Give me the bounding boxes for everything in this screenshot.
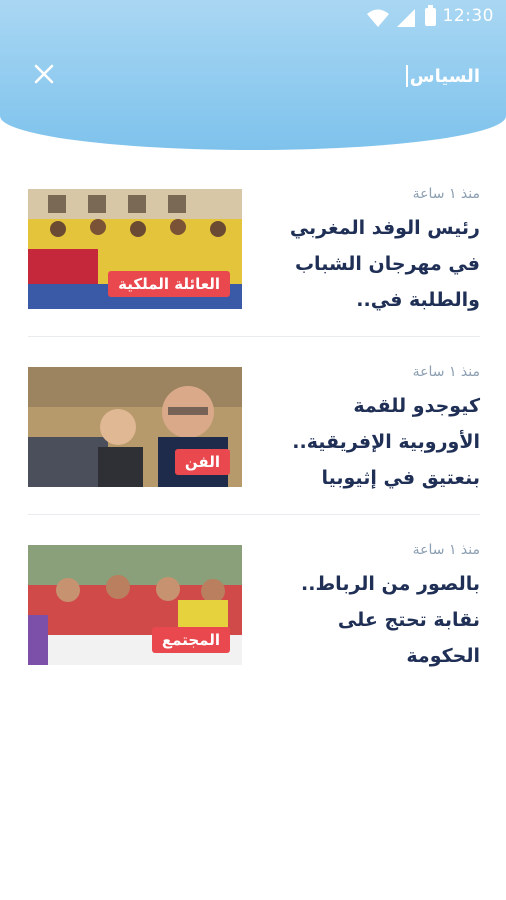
category-badge: العائلة الملكية: [108, 271, 230, 297]
category-badge: المجتمع: [151, 627, 230, 653]
article-item[interactable]: الفن منذ ١ ساعة كيوجدو للقمة الأوروبية ا…: [28, 336, 480, 489]
article-title: بالصور من الرباط.. نقابة تحتج على الحكوم…: [301, 573, 480, 667]
article-item[interactable]: العائلة الملكية منذ ١ ساعة رئيس الوفد ال…: [28, 186, 480, 311]
wifi-icon: [367, 9, 389, 27]
article-item[interactable]: المجتمع منذ ١ ساعة بالصور من الرباط.. نق…: [28, 514, 480, 667]
text-cursor: [405, 65, 408, 87]
article-time: منذ ١ ساعة: [412, 364, 480, 380]
article-time: منذ ١ ساعة: [412, 542, 480, 558]
article-time: منذ ١ ساعة: [412, 186, 480, 202]
signal-icon: [397, 9, 415, 27]
article-thumbnail: الفن: [28, 367, 242, 487]
search-input[interactable]: السياس: [180, 60, 480, 92]
battery-icon: [425, 5, 436, 26]
close-icon: [34, 64, 54, 84]
search-results-list: العائلة الملكية منذ ١ ساعة رئيس الوفد ال…: [28, 186, 480, 720]
status-bar: 12:30: [0, 0, 506, 34]
article-title: رئيس الوفد المغربي في مهرجان الشباب والط…: [289, 217, 480, 311]
search-input-value: السياس: [409, 65, 480, 87]
article-thumbnail: العائلة الملكية: [28, 189, 242, 309]
category-badge: الفن: [174, 449, 230, 475]
close-button[interactable]: [28, 58, 60, 90]
article-thumbnail: المجتمع: [28, 545, 242, 665]
article-title: كيوجدو للقمة الأوروبية الإفريقية.. بنعتي…: [292, 395, 480, 489]
app-header: 12:30 السياس: [0, 0, 506, 150]
status-time: 12:30: [442, 6, 494, 26]
